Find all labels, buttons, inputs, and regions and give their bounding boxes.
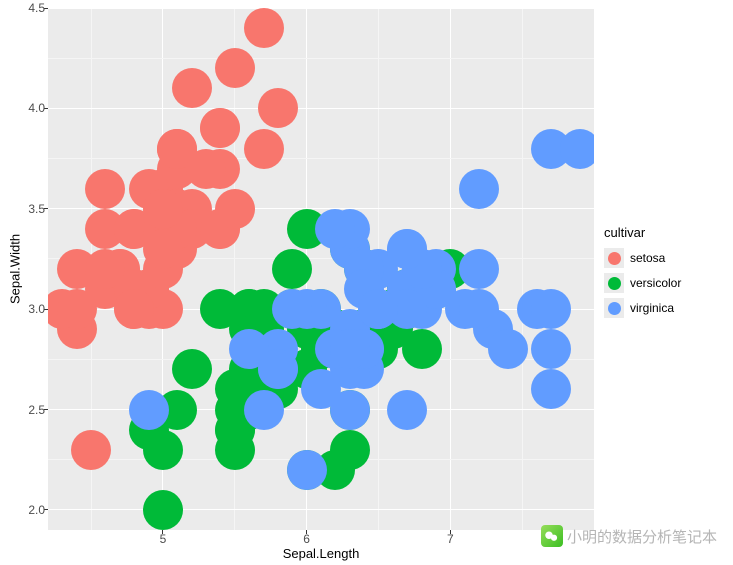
legend-key: [604, 298, 624, 318]
circle-icon: [608, 277, 621, 290]
legend-item-setosa: setosa: [604, 248, 681, 268]
tick-label-y: 2.5: [5, 403, 45, 417]
y-axis-title: Sepal.Width: [6, 8, 24, 530]
point-setosa: [215, 48, 255, 88]
tick-label-x: 6: [303, 532, 310, 546]
plot-panel: [48, 8, 594, 530]
point-setosa: [85, 249, 125, 289]
point-versicolor: [172, 349, 212, 389]
point-setosa: [57, 289, 97, 329]
point-virginica: [459, 289, 499, 329]
legend-key: [604, 273, 624, 293]
point-setosa: [244, 8, 284, 48]
point-virginica: [531, 369, 571, 409]
circle-icon: [608, 302, 621, 315]
point-setosa: [114, 289, 154, 329]
point-versicolor: [272, 249, 312, 289]
point-virginica: [488, 329, 528, 369]
point-setosa: [143, 189, 183, 229]
point-setosa: [186, 149, 226, 189]
point-virginica: [387, 390, 427, 430]
legend-label: versicolor: [630, 276, 681, 290]
grid-line-h: [48, 509, 594, 510]
point-setosa: [143, 229, 183, 269]
point-setosa: [244, 129, 284, 169]
point-virginica: [258, 349, 298, 389]
point-virginica: [531, 329, 571, 369]
point-virginica: [459, 249, 499, 289]
legend-label: virginica: [630, 301, 674, 315]
legend-item-virginica: virginica: [604, 298, 681, 318]
tick-label-y: 3.0: [5, 302, 45, 316]
point-virginica: [315, 209, 355, 249]
point-virginica: [560, 129, 594, 169]
point-virginica: [531, 289, 571, 329]
point-virginica: [330, 390, 370, 430]
point-virginica: [244, 390, 284, 430]
point-setosa: [71, 430, 111, 470]
point-virginica: [129, 390, 169, 430]
tick-label-x: 7: [447, 532, 454, 546]
point-versicolor: [330, 430, 370, 470]
tick-label-y: 3.5: [5, 202, 45, 216]
point-virginica: [287, 450, 327, 490]
point-setosa: [200, 108, 240, 148]
tick-label-x: 5: [160, 532, 167, 546]
point-virginica: [387, 229, 427, 269]
point-setosa: [215, 189, 255, 229]
legend-title: cultivar: [604, 225, 681, 240]
point-versicolor: [143, 490, 183, 530]
legend-key: [604, 248, 624, 268]
grid-line-minor-h: [48, 158, 594, 159]
point-virginica: [272, 289, 312, 329]
point-virginica: [459, 169, 499, 209]
grid-line-h: [48, 8, 594, 9]
point-setosa: [258, 88, 298, 128]
legend-label: setosa: [630, 251, 665, 265]
tick-label-y: 4.5: [5, 1, 45, 15]
legend: cultivar setosa versicolor virginica: [604, 225, 681, 323]
tick-label-y: 4.0: [5, 101, 45, 115]
point-setosa: [85, 169, 125, 209]
scatter-chart: Sepal.Length Sepal.Width cultivar setosa…: [0, 0, 733, 565]
grid-line-minor-h: [48, 58, 594, 59]
circle-icon: [608, 252, 621, 265]
grid-line-minor-v: [522, 8, 523, 530]
x-axis-title: Sepal.Length: [48, 546, 594, 561]
tick-label-y: 2.0: [5, 503, 45, 517]
grid-line-h: [48, 108, 594, 109]
point-versicolor: [402, 329, 442, 369]
point-virginica: [330, 329, 370, 369]
point-versicolor: [143, 430, 183, 470]
legend-item-versicolor: versicolor: [604, 273, 681, 293]
point-setosa: [172, 68, 212, 108]
point-virginica: [358, 289, 398, 329]
